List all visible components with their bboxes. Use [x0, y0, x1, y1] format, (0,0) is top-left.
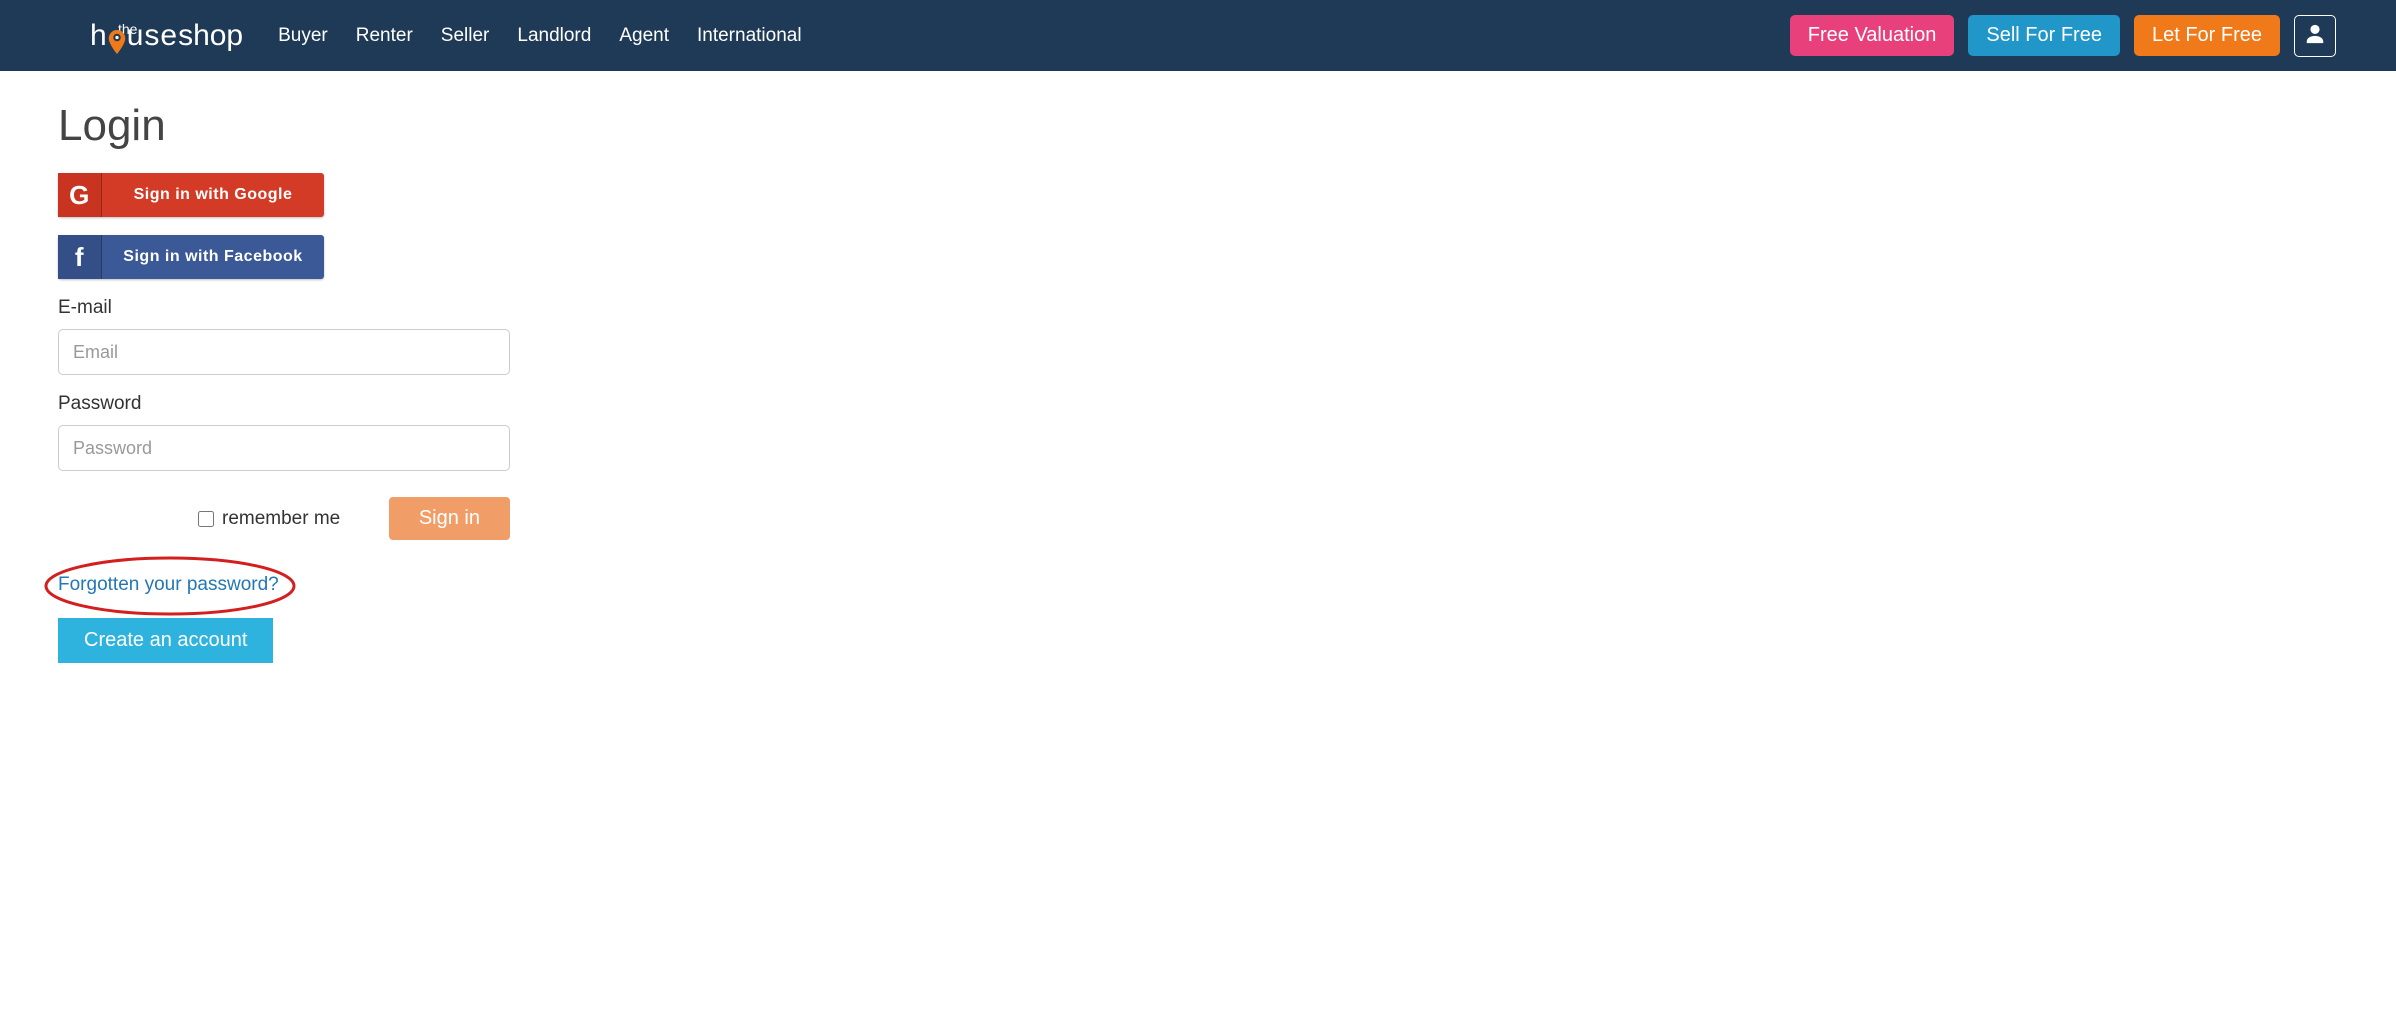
nav-ctas: Free Valuation Sell For Free Let For Fre…	[1790, 15, 2336, 57]
google-signin-button[interactable]: G Sign in with Google	[58, 173, 324, 217]
password-input[interactable]	[58, 425, 510, 471]
email-input[interactable]	[58, 329, 510, 375]
site-logo[interactable]: the h use shop	[90, 19, 243, 53]
google-signin-label: Sign in with Google	[102, 186, 324, 204]
nav-link-agent[interactable]: Agent	[619, 25, 669, 47]
sell-for-free-button[interactable]: Sell For Free	[1968, 15, 2120, 56]
nav-link-buyer[interactable]: Buyer	[278, 25, 328, 47]
facebook-signin-label: Sign in with Facebook	[102, 248, 324, 266]
profile-button[interactable]	[2294, 15, 2336, 57]
free-valuation-button[interactable]: Free Valuation	[1790, 15, 1955, 56]
create-account-button[interactable]: Create an account	[58, 618, 273, 663]
email-label: E-mail	[58, 297, 520, 319]
nav-link-international[interactable]: International	[697, 25, 802, 47]
let-for-free-button[interactable]: Let For Free	[2134, 15, 2280, 56]
nav-links: Buyer Renter Seller Landlord Agent Inter…	[278, 25, 801, 47]
logo-h: h	[90, 19, 107, 53]
logo-shop: shop	[178, 19, 243, 53]
nav-link-landlord[interactable]: Landlord	[517, 25, 591, 47]
remember-me-group[interactable]: remember me	[198, 508, 340, 530]
remember-me-label: remember me	[222, 508, 340, 530]
map-pin-icon	[108, 28, 126, 52]
email-field-group: E-mail	[58, 297, 520, 375]
signin-row: remember me Sign in	[58, 497, 510, 540]
facebook-signin-button[interactable]: f Sign in with Facebook	[58, 235, 324, 279]
login-panel: Login G Sign in with Google f Sign in wi…	[0, 71, 520, 663]
remember-me-checkbox[interactable]	[198, 511, 214, 527]
google-icon: G	[58, 173, 102, 217]
signin-button[interactable]: Sign in	[389, 497, 510, 540]
page-title: Login	[58, 101, 520, 151]
nav-link-seller[interactable]: Seller	[441, 25, 490, 47]
password-label: Password	[58, 393, 520, 415]
top-nav: the h use shop Buyer Renter Seller Landl…	[0, 0, 2396, 71]
password-field-group: Password	[58, 393, 520, 471]
user-icon	[2304, 23, 2326, 48]
facebook-icon: f	[58, 235, 102, 279]
nav-link-renter[interactable]: Renter	[356, 25, 413, 47]
forgot-password-link[interactable]: Forgotten your password?	[58, 574, 279, 595]
